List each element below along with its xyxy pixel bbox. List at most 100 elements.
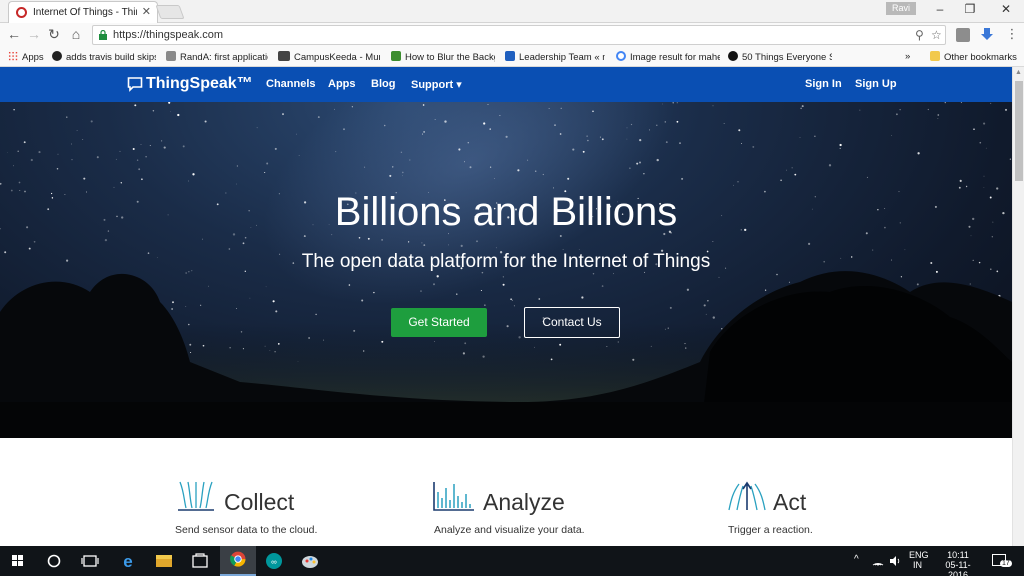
star [192, 173, 195, 176]
tray-chevron-icon[interactable]: ^ [854, 554, 859, 565]
star [721, 328, 723, 330]
edge-browser-icon[interactable]: e [110, 546, 146, 576]
nav-blog[interactable]: Blog [371, 78, 395, 90]
star [800, 107, 802, 110]
star [606, 346, 608, 348]
star [30, 158, 33, 162]
page-scrollbar[interactable]: ▲ [1012, 67, 1024, 546]
contact-us-button[interactable]: Contact Us [524, 307, 620, 338]
star [272, 300, 275, 303]
github-icon [52, 51, 62, 61]
document-icon [166, 51, 176, 61]
chrome-icon[interactable] [220, 546, 256, 576]
get-started-button[interactable]: Get Started [391, 308, 487, 337]
star [643, 173, 645, 175]
cortana-search-icon[interactable] [36, 546, 72, 576]
star [6, 152, 8, 153]
star [542, 173, 544, 176]
star [489, 166, 492, 168]
star [669, 306, 672, 309]
minimize-icon[interactable]: – [926, 2, 954, 16]
new-tab-button[interactable] [155, 5, 185, 19]
star [896, 113, 898, 116]
bookmark-item[interactable]: Image result for mahesh [616, 51, 720, 63]
star [264, 345, 266, 347]
star [505, 135, 508, 138]
star [170, 111, 172, 113]
star [467, 141, 470, 144]
scrollbar-thumb[interactable] [1015, 81, 1023, 181]
window-close-icon[interactable]: ✕ [992, 2, 1020, 16]
star [480, 289, 482, 292]
language-indicator[interactable]: ENG IN [909, 550, 929, 570]
star [814, 135, 816, 137]
bookmark-item[interactable]: adds travis build skips [52, 51, 156, 63]
star [66, 116, 68, 118]
star [960, 102, 962, 104]
star [96, 156, 99, 159]
address-bar[interactable]: https://thingspeak.com ⚲ ☆ [92, 25, 946, 45]
star [517, 169, 520, 172]
star [392, 166, 394, 168]
bookmark-star-icon[interactable]: ☆ [931, 28, 942, 42]
star [983, 122, 986, 125]
star [601, 138, 604, 141]
star [423, 131, 425, 133]
nav-support-dropdown[interactable]: Support ▾ [411, 78, 462, 91]
star [76, 130, 78, 131]
restore-icon[interactable]: ❐ [956, 2, 984, 16]
act-icon [728, 481, 766, 511]
star [145, 156, 147, 158]
star [358, 237, 361, 239]
feature-collect-desc: Send sensor data to the cloud. [175, 524, 318, 536]
star [649, 129, 651, 131]
nav-apps[interactable]: Apps [328, 78, 356, 90]
zoom-icon[interactable]: ⚲ [915, 28, 924, 42]
bookmark-item[interactable]: 50 Things Everyone Should [728, 51, 832, 63]
star [348, 284, 351, 286]
scroll-up-icon[interactable]: ▲ [1015, 69, 1022, 76]
nav-channels[interactable]: Channels [266, 78, 316, 90]
sign-in-link[interactable]: Sign In [805, 78, 842, 90]
bookmark-item[interactable]: How to Blur the Background [391, 51, 495, 63]
star [990, 102, 992, 104]
sign-up-link[interactable]: Sign Up [855, 78, 897, 90]
bookmark-item[interactable]: CampusKeeda - Mumbai [278, 51, 380, 63]
tab-close-icon[interactable]: ✕ [142, 5, 151, 18]
star [13, 165, 15, 167]
task-view-icon[interactable] [72, 546, 108, 576]
back-arrow-icon[interactable]: ← [4, 26, 24, 42]
star [249, 297, 251, 299]
file-explorer-icon[interactable] [146, 546, 182, 576]
star [434, 340, 436, 342]
home-icon[interactable]: ⌂ [66, 26, 86, 42]
star [712, 105, 714, 107]
wifi-icon[interactable] [872, 555, 884, 567]
paint-icon[interactable] [292, 546, 328, 576]
browser-tab[interactable]: Internet Of Things - ThingSpeak ✕ [8, 1, 158, 23]
bookmarks-overflow-button[interactable]: » [905, 51, 910, 62]
volume-icon[interactable] [889, 555, 901, 567]
bookmark-apps[interactable]: Apps [8, 51, 44, 63]
star [707, 300, 709, 302]
star [626, 138, 628, 140]
star [421, 133, 424, 135]
star [586, 135, 588, 137]
store-icon[interactable] [182, 546, 218, 576]
other-bookmarks[interactable]: Other bookmarks [930, 51, 1017, 63]
windows-start-icon[interactable] [0, 546, 36, 576]
arduino-icon[interactable]: ∞ [256, 546, 292, 576]
bookmark-item[interactable]: Leadership Team « mykk [505, 51, 605, 63]
bookmark-item[interactable]: RandA: first application [166, 51, 268, 63]
reload-icon[interactable]: ↻ [44, 26, 64, 43]
star [572, 148, 575, 151]
profile-button[interactable]: Ravi [886, 2, 916, 15]
star [136, 159, 139, 161]
star [712, 241, 714, 242]
forward-arrow-icon[interactable]: → [24, 26, 44, 42]
circle-logo-icon [728, 51, 738, 61]
download-icon[interactable] [980, 27, 994, 41]
star [866, 176, 868, 178]
menu-icon[interactable]: ⋮ [1002, 26, 1022, 42]
extension-icon[interactable] [956, 28, 970, 42]
